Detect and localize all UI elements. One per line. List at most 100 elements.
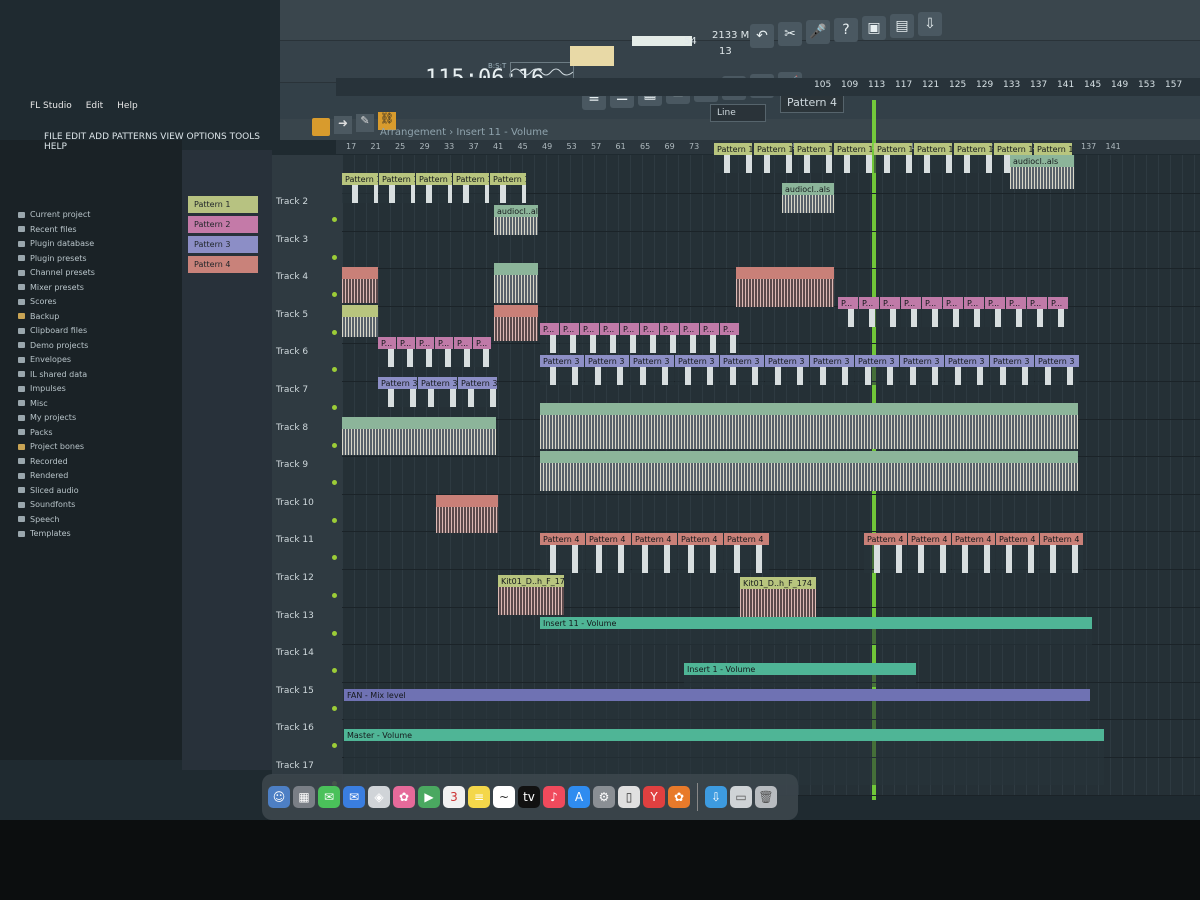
pattern-clip[interactable]: Pattern 1 [714, 143, 752, 173]
automation-clip[interactable]: FAN - Mix level [344, 689, 1090, 729]
track-label[interactable]: Track 12 [276, 573, 314, 583]
track-mute-indicator[interactable] [332, 517, 337, 523]
preview-icon[interactable]: ▯ [618, 786, 640, 808]
pattern-clip[interactable]: Pattern 1 [914, 143, 952, 173]
browser-item[interactable]: Packs [18, 428, 53, 437]
snap-selector[interactable]: Line [710, 104, 766, 122]
pattern-clip[interactable]: Pattern 1 [874, 143, 912, 173]
browser-item[interactable]: My projects [18, 413, 76, 422]
pattern-clip[interactable]: P... [922, 297, 942, 327]
breadcrumb-current[interactable]: Insert 11 - Volume [456, 127, 548, 138]
notes-icon[interactable]: ≡ [468, 786, 490, 808]
pattern-clip[interactable]: Pattern 4 [996, 533, 1039, 573]
audio-clip[interactable] [540, 451, 1078, 491]
track-label[interactable]: Track 11 [276, 535, 314, 545]
pattern-chip[interactable]: Pattern 3 [188, 236, 258, 253]
track-label[interactable]: Track 15 [276, 686, 314, 696]
documents-icon[interactable]: ▭ [730, 786, 752, 808]
automation-clip[interactable]: Insert 11 - Volume [540, 617, 1092, 645]
browser-menu[interactable]: FILE EDIT ADD PATTERNS VIEW OPTIONS TOOL… [44, 132, 284, 152]
pattern-clip[interactable]: Pattern 1 [954, 143, 992, 173]
pattern-chip[interactable]: Pattern 4 [188, 256, 258, 273]
pattern-clip[interactable]: Pattern 1 [490, 173, 526, 203]
pattern-clip[interactable]: P... [1048, 297, 1068, 327]
pattern-clip[interactable]: P... [859, 297, 879, 327]
drum-clip[interactable] [736, 267, 834, 307]
track-mute-indicator[interactable] [332, 593, 337, 598]
browser-item[interactable]: Project bones [18, 442, 84, 451]
pattern-clip[interactable]: Pattern 4 [1040, 533, 1083, 573]
track-mute-indicator[interactable] [332, 668, 337, 674]
settings-icon[interactable]: ⚙ [593, 786, 615, 808]
browser-item[interactable]: Rendered [18, 471, 68, 480]
photos-icon[interactable]: ✿ [393, 786, 415, 808]
pattern-chip[interactable]: Pattern 2 [188, 216, 258, 233]
browser-item[interactable]: Recent files [18, 225, 77, 234]
kit-clip[interactable]: Kit01_D..h_F_174 [740, 577, 816, 617]
pattern-clip[interactable]: Pattern 1 [794, 143, 832, 173]
pattern-clip[interactable]: Pattern 4 [586, 533, 631, 573]
save-as-icon[interactable]: ▤ [890, 14, 914, 38]
drum-clip[interactable] [342, 267, 378, 303]
track-mute-indicator[interactable] [332, 217, 337, 222]
menu-edit[interactable]: Edit [86, 101, 103, 111]
drum-clip[interactable] [494, 305, 538, 341]
pattern-clip[interactable]: Pattern 3 [378, 377, 417, 407]
track-label[interactable]: Track 17 [276, 761, 314, 771]
yandex-icon[interactable]: Y [643, 786, 665, 808]
pattern-clip[interactable]: P... [1027, 297, 1047, 327]
playlist-grid[interactable]: Pattern 1 Pattern 1 Pattern 1 Pattern 1 Patt… [342, 100, 1200, 800]
browser-item[interactable]: Scores [18, 297, 57, 306]
mic-icon[interactable]: 🎤 [806, 20, 830, 44]
pattern-clip[interactable]: P... [540, 323, 559, 353]
pattern-clip[interactable]: P... [620, 323, 639, 353]
browser-item[interactable]: Mixer presets [18, 283, 84, 292]
maps-icon[interactable]: ◈ [368, 786, 390, 808]
finder-icon[interactable]: ☺ [268, 786, 290, 808]
audio-clip[interactable]: audiocl..als [782, 183, 834, 213]
undo-icon[interactable]: ↶ [750, 24, 774, 48]
pattern-clip[interactable]: Pattern 3 [810, 355, 854, 385]
pattern-clip[interactable]: P... [378, 337, 396, 367]
pattern-clip[interactable]: P... [416, 337, 434, 367]
track-mute-indicator[interactable] [332, 555, 337, 561]
pattern-clip[interactable]: P... [473, 337, 491, 367]
track-label[interactable]: Track 16 [276, 723, 314, 733]
play-arrow-icon[interactable]: ➜ [334, 116, 352, 134]
track-mute-indicator[interactable] [332, 442, 337, 448]
track-mute-indicator[interactable] [332, 329, 337, 335]
help-icon[interactable]: ? [834, 18, 858, 42]
pattern-clip[interactable]: P... [454, 337, 472, 367]
pattern-clip[interactable]: Pattern 1 [453, 173, 489, 203]
browser-item[interactable]: Current project [18, 210, 90, 219]
audio-clip[interactable]: audiocl..als [494, 205, 538, 235]
pattern-clip[interactable]: Pattern 3 [585, 355, 629, 385]
fl-studio-dock-icon[interactable]: ✿ [668, 786, 690, 808]
audio-clip[interactable]: audiocl..als [1010, 155, 1074, 189]
pattern-clip[interactable]: Pattern 3 [1035, 355, 1079, 385]
pattern-clip[interactable]: P... [560, 323, 579, 353]
pattern-clip[interactable]: Pattern 4 [952, 533, 995, 573]
pattern-clip[interactable]: P... [880, 297, 900, 327]
launchpad-icon[interactable]: ▦ [293, 786, 315, 808]
pattern-clip[interactable]: Pattern 3 [675, 355, 719, 385]
pattern-clip[interactable]: Pattern 3 [900, 355, 944, 385]
export-icon[interactable]: ⇩ [918, 12, 942, 36]
browser-item[interactable]: Backup [18, 312, 59, 321]
messages-icon[interactable]: ✉ [318, 786, 340, 808]
app-store-icon[interactable]: A [568, 786, 590, 808]
track-label[interactable]: Track 6 [276, 347, 308, 357]
kit-clip[interactable]: Kit01_D..h_F_174 [498, 575, 564, 615]
menu-help[interactable]: Help [117, 101, 138, 111]
track-label[interactable]: Track 5 [276, 310, 308, 320]
browser-item[interactable]: Soundfonts [18, 500, 75, 509]
pattern-clip[interactable]: P... [640, 323, 659, 353]
track-mute-indicator[interactable] [332, 405, 337, 410]
pattern-clip[interactable]: P... [435, 337, 453, 367]
pattern-chip[interactable]: Pattern 1 [188, 196, 258, 213]
track-mute-indicator[interactable] [332, 254, 337, 260]
browser-item[interactable]: Demo projects [18, 341, 88, 350]
facetime-icon[interactable]: ▶ [418, 786, 440, 808]
track-label[interactable]: Track 2 [276, 197, 308, 207]
browser-item[interactable]: Misc [18, 399, 48, 408]
